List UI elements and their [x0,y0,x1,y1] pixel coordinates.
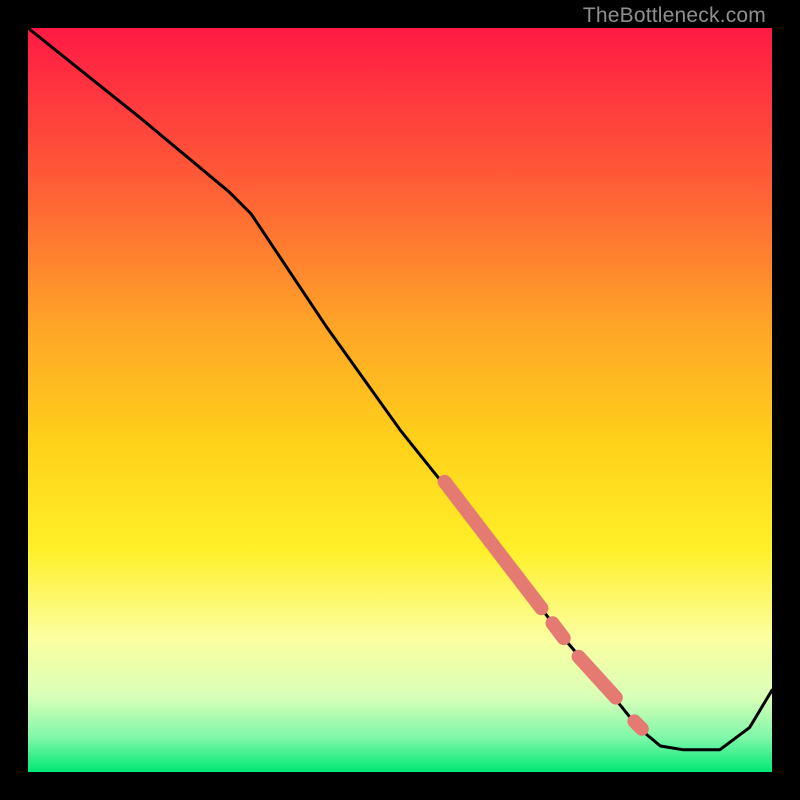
chart-frame [28,28,772,772]
gradient-background [28,28,772,772]
watermark-text: TheBottleneck.com [583,4,766,28]
highlight-bead [553,623,564,638]
chart-svg [28,28,772,772]
highlight-bead [634,721,641,728]
